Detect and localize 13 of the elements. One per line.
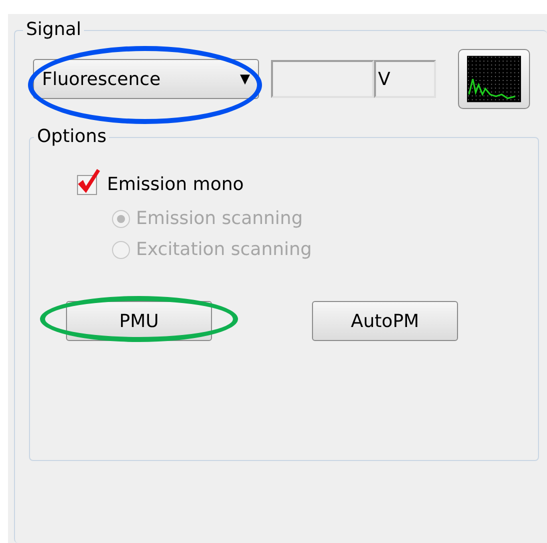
mode-dropdown[interactable]: Fluorescence ▼ (33, 59, 259, 99)
value-field[interactable] (271, 60, 374, 98)
radio-label: Excitation scanning (136, 239, 312, 260)
radio-label: Emission scanning (136, 208, 303, 229)
signal-graph-icon (467, 55, 521, 103)
checkbox[interactable] (75, 166, 101, 194)
unit-field[interactable]: V (374, 60, 436, 98)
action-button[interactable]: AutoPM (312, 301, 458, 341)
dropdown-arrow-icon: ▼ (240, 72, 250, 86)
checkbox-label: Emission mono (107, 174, 244, 195)
signal-graph-button[interactable] (458, 49, 530, 109)
group-title: Signal (23, 18, 84, 42)
group-title: Options (34, 125, 110, 149)
